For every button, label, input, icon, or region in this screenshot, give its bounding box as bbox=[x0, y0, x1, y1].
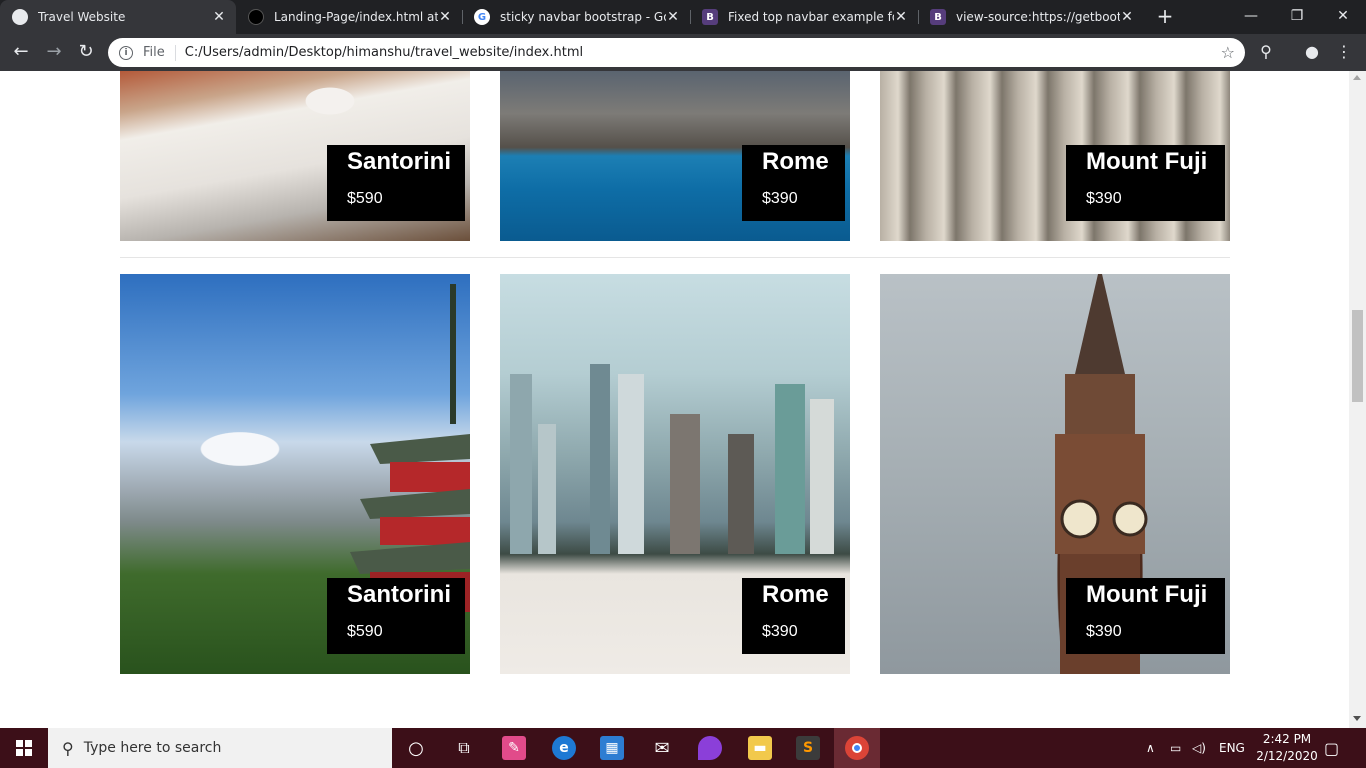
sublime-text-icon[interactable]: S bbox=[796, 736, 820, 760]
search-icon: ⚲ bbox=[62, 738, 74, 758]
destination-card[interactable]: Rome $390 bbox=[500, 71, 850, 241]
taskbar-search[interactable]: ⚲ Type here to search bbox=[48, 728, 392, 768]
bootstrap-icon: B bbox=[930, 9, 946, 25]
task-view-icon[interactable]: ⧉ bbox=[452, 736, 476, 760]
battery-icon[interactable]: ▭ bbox=[1170, 728, 1181, 768]
chrome-taskbar-item[interactable] bbox=[834, 728, 880, 768]
tab-title: Travel Website bbox=[38, 10, 126, 24]
scroll-down-arrow-icon[interactable] bbox=[1353, 716, 1361, 721]
destination-price: $390 bbox=[1086, 623, 1122, 640]
profile-avatar-icon[interactable]: ● bbox=[1302, 42, 1322, 62]
volume-icon[interactable]: ◁) bbox=[1192, 728, 1206, 768]
tab-title: sticky navbar bootstrap - Goo bbox=[500, 10, 666, 24]
browser-toolbar: ← → ↻ i File C:/Users/admin/Desktop/hima… bbox=[0, 34, 1366, 71]
back-button[interactable]: ← bbox=[9, 40, 33, 64]
edge-browser-icon[interactable]: e bbox=[552, 736, 576, 760]
mail-icon[interactable]: ✉ bbox=[650, 736, 674, 760]
close-window-button[interactable]: ✕ bbox=[1320, 0, 1366, 32]
new-tab-button[interactable]: + bbox=[1154, 5, 1176, 27]
close-icon[interactable]: ✕ bbox=[212, 9, 226, 25]
destination-name: Santorini bbox=[347, 581, 452, 608]
vertical-scrollbar[interactable] bbox=[1349, 71, 1366, 728]
destination-name: Rome bbox=[762, 148, 829, 175]
paint3d-icon[interactable] bbox=[698, 736, 722, 760]
destination-price: $390 bbox=[762, 190, 798, 207]
card-caption: Rome $390 bbox=[742, 145, 845, 221]
destination-name: Mount Fuji bbox=[1086, 148, 1208, 175]
address-separator bbox=[174, 44, 176, 61]
card-caption: Mount Fuji $390 bbox=[1066, 145, 1225, 221]
destination-card[interactable]: Santorini $590 bbox=[120, 274, 470, 674]
store-icon[interactable]: ▦ bbox=[600, 736, 624, 760]
close-icon[interactable]: ✕ bbox=[666, 9, 680, 25]
destination-name: Santorini bbox=[347, 148, 452, 175]
tab-title: Landing-Page/index.html at m bbox=[274, 10, 438, 24]
windows-logo-icon bbox=[16, 740, 32, 756]
tab-title: Fixed top navbar example for B bbox=[728, 10, 894, 24]
file-explorer-icon[interactable]: ▬ bbox=[748, 736, 772, 760]
chrome-icon bbox=[845, 736, 869, 760]
minimize-button[interactable]: — bbox=[1228, 0, 1274, 32]
page-viewport: Santorini $590 Rome $390 Mount Fuji $390 bbox=[0, 71, 1349, 728]
card-caption: Mount Fuji $390 bbox=[1066, 578, 1225, 654]
tab-strip: Travel Website ✕ Landing-Page/index.html… bbox=[0, 0, 1366, 34]
tab-sticky-navbar[interactable]: G sticky navbar bootstrap - Goo ✕ bbox=[462, 0, 690, 34]
card-caption: Santorini $590 bbox=[327, 578, 465, 654]
destination-card[interactable]: Santorini $590 bbox=[120, 71, 470, 241]
system-clock[interactable]: 2:42 PM 2/12/2020 bbox=[1253, 731, 1321, 765]
scheme-label: File bbox=[143, 45, 165, 60]
destination-name: Mount Fuji bbox=[1086, 581, 1208, 608]
close-icon[interactable]: ✕ bbox=[438, 9, 452, 25]
show-hidden-icons[interactable]: ∧ bbox=[1146, 728, 1155, 768]
destination-price: $390 bbox=[762, 623, 798, 640]
bookmark-star-icon[interactable]: ☆ bbox=[1221, 43, 1235, 62]
globe-icon bbox=[12, 9, 28, 25]
forward-button[interactable]: → bbox=[42, 40, 66, 64]
windows-taskbar: ⚲ Type here to search ○ ⧉ ✎ e ▦ ✉ ▬ S ∧ … bbox=[0, 728, 1366, 768]
clock-time: 2:42 PM bbox=[1262, 732, 1312, 746]
clock-date: 2/12/2020 bbox=[1256, 749, 1318, 763]
extension-icon[interactable]: ⚲ bbox=[1256, 42, 1276, 62]
destination-name: Rome bbox=[762, 581, 829, 608]
github-icon bbox=[248, 9, 264, 25]
skyline-illustration bbox=[510, 364, 834, 554]
cortana-icon[interactable]: ○ bbox=[404, 736, 428, 760]
tab-travel-website[interactable]: Travel Website ✕ bbox=[0, 0, 236, 34]
destination-card[interactable]: Mount Fuji $390 bbox=[880, 274, 1230, 674]
reload-button[interactable]: ↻ bbox=[74, 40, 98, 64]
bootstrap-icon: B bbox=[702, 9, 718, 25]
tab-fixed-top-navbar[interactable]: B Fixed top navbar example for B ✕ bbox=[690, 0, 918, 34]
notifications-icon[interactable]: ▢ bbox=[1324, 728, 1339, 768]
destination-card[interactable]: Mount Fuji $390 bbox=[880, 71, 1230, 241]
google-icon: G bbox=[474, 9, 490, 25]
restore-button[interactable]: ❐ bbox=[1274, 0, 1320, 32]
scroll-thumb[interactable] bbox=[1352, 310, 1363, 402]
search-placeholder: Type here to search bbox=[83, 740, 222, 756]
card-caption: Santorini $590 bbox=[327, 145, 465, 221]
card-caption: Rome $390 bbox=[742, 578, 845, 654]
tab-view-source[interactable]: B view-source:https://getbootstr ✕ bbox=[918, 0, 1144, 34]
menu-kebab-icon[interactable]: ⋮ bbox=[1334, 42, 1354, 62]
destination-price: $590 bbox=[347, 623, 383, 640]
language-indicator[interactable]: ENG bbox=[1219, 728, 1245, 768]
destination-card[interactable]: Rome $390 bbox=[500, 274, 850, 674]
url-text[interactable]: C:/Users/admin/Desktop/himanshu/travel_w… bbox=[185, 45, 1221, 60]
destination-price: $390 bbox=[1086, 190, 1122, 207]
tab-landing-page[interactable]: Landing-Page/index.html at m ✕ bbox=[236, 0, 462, 34]
tab-title: view-source:https://getbootstr bbox=[956, 10, 1120, 24]
address-bar[interactable]: i File C:/Users/admin/Desktop/himanshu/t… bbox=[108, 38, 1245, 67]
start-button[interactable] bbox=[0, 728, 48, 768]
row-divider bbox=[120, 257, 1230, 258]
paint-app-icon[interactable]: ✎ bbox=[502, 736, 526, 760]
scroll-up-arrow-icon[interactable] bbox=[1353, 75, 1361, 80]
close-icon[interactable]: ✕ bbox=[894, 9, 908, 25]
close-icon[interactable]: ✕ bbox=[1120, 9, 1134, 25]
destination-price: $590 bbox=[347, 190, 383, 207]
info-icon[interactable]: i bbox=[119, 45, 133, 60]
